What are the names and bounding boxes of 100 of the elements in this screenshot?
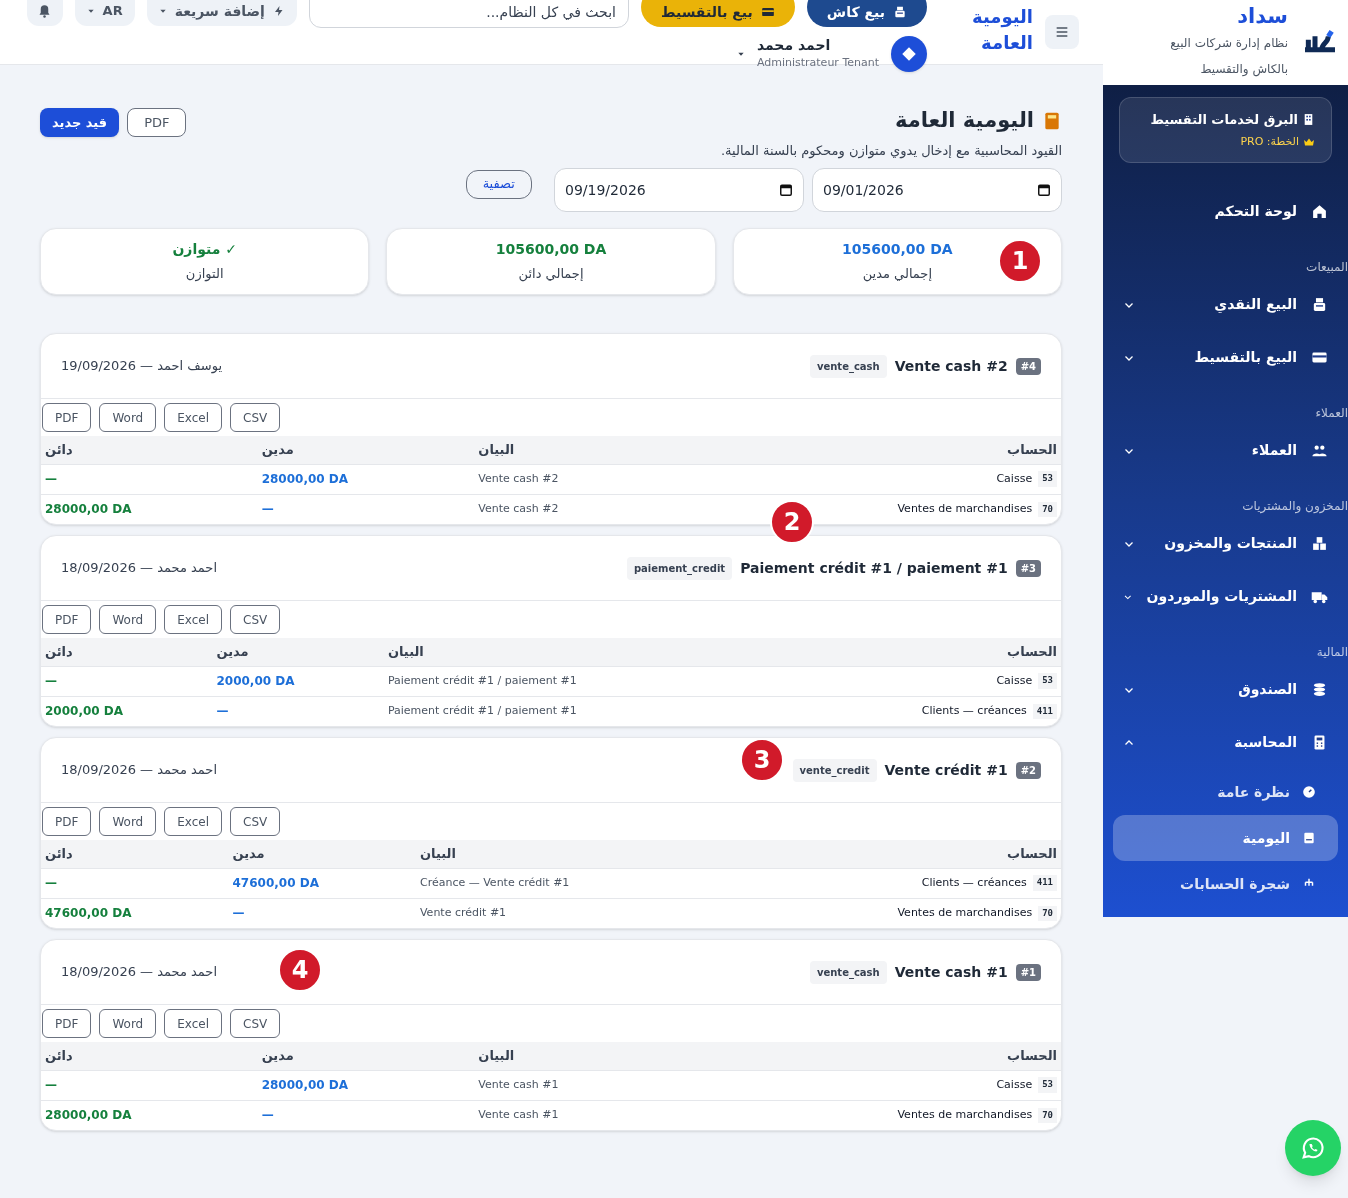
export-button[interactable]: PDF <box>42 807 92 836</box>
export-button[interactable]: CSV <box>230 403 281 432</box>
user-name: احمد محمد <box>756 37 831 55</box>
column-header: مدين <box>228 840 416 868</box>
section-label: المبيعات <box>1305 259 1348 276</box>
caret-icon <box>86 7 95 15</box>
debit-amount: 2000,00 DA <box>212 666 384 696</box>
export-button[interactable]: Excel <box>164 403 223 432</box>
credit-amount: 47600,00 DA <box>41 898 229 928</box>
credit-amount: — <box>41 1070 258 1100</box>
account-name: Ventes de marchandises <box>897 1107 1033 1123</box>
stat-value: 105600,00 DA <box>842 240 953 260</box>
search-field[interactable]: ابحث في كل النظام... <box>308 0 629 28</box>
date-field[interactable]: 09/19/2026 <box>554 168 804 212</box>
page-subtitle: القيود المحاسبية مع إدخال يدوي متوازن ومحكوم بالسنة المالية. <box>720 141 1062 160</box>
brand-name: سداد <box>1236 3 1288 30</box>
column-header: البيان <box>383 638 776 666</box>
column-header: الحساب <box>676 1042 1061 1070</box>
stat-label: إجمالي دائن <box>518 265 584 284</box>
entry-number: #4 <box>1015 357 1041 375</box>
entry-meta: احمد محمد — 18/09/2026 <box>61 963 218 982</box>
export-button[interactable]: Word <box>99 807 157 836</box>
bolt-icon <box>272 5 285 17</box>
notebook-icon <box>1042 110 1062 131</box>
calendar-icon <box>779 183 793 197</box>
debit-amount: — <box>212 696 384 726</box>
export-button[interactable]: PDF <box>42 1009 92 1038</box>
entry-type-tag: vente_cash <box>809 960 887 984</box>
tenant-name: البرق لخدمات التقسيط <box>1150 111 1298 129</box>
account-code: 70 <box>1038 905 1057 921</box>
pdf-button[interactable]: PDF <box>127 108 187 137</box>
nav-item[interactable]: المشتريات والموردون <box>1113 570 1338 623</box>
export-button[interactable]: PDF <box>42 605 92 634</box>
export-button[interactable]: Excel <box>164 1009 223 1038</box>
account-code: 53 <box>1038 471 1057 487</box>
language-button[interactable]: AR <box>74 0 135 26</box>
section-label: المخزون والمشتريات <box>1241 498 1348 516</box>
credit-amount: 28000,00 DA <box>41 1100 258 1130</box>
installment-sale-button[interactable]: بيع بالتقسيط <box>640 0 795 27</box>
nav-item[interactable]: المحاسبة <box>1113 716 1338 769</box>
nav-subitem[interactable]: نظرة عامة <box>1113 769 1338 815</box>
table-cell: Vente cash #2 <box>474 464 677 494</box>
export-button[interactable]: Excel <box>164 807 223 836</box>
debit-amount: — <box>257 494 475 524</box>
date-field[interactable]: 09/01/2026 <box>812 168 1062 212</box>
nav-item[interactable]: العملاء <box>1113 424 1338 477</box>
table-cell: Vente cash #2 <box>474 494 677 524</box>
account-code: 411 <box>1032 875 1057 891</box>
menu-button[interactable] <box>1045 15 1079 49</box>
nav-subitem[interactable]: شجرة الحسابات <box>1113 861 1338 907</box>
entry-number: #1 <box>1015 963 1041 981</box>
export-button[interactable]: CSV <box>230 605 281 634</box>
nav-item[interactable]: المنتجات والمخزون <box>1113 517 1338 570</box>
export-button[interactable]: PDF <box>42 403 92 432</box>
table-cell: Vente cash #1 <box>474 1100 677 1130</box>
account-name: Ventes de marchandises <box>897 905 1033 921</box>
nav-item[interactable]: البيع بالتقسيط <box>1113 331 1338 384</box>
column-header: الحساب <box>676 436 1061 464</box>
entry-type-tag: paiement_credit <box>626 556 733 580</box>
cash-register-icon <box>1311 296 1328 313</box>
nav-item[interactable]: البيع النقدي <box>1113 278 1338 331</box>
column-header: دائن <box>41 840 229 868</box>
column-header: الحساب <box>775 638 1061 666</box>
entry-title: Paiement crédit #1 / paiement #1 <box>740 558 1008 578</box>
nav-item[interactable]: لوحة التحكم <box>1113 185 1338 238</box>
export-button[interactable]: Excel <box>164 605 223 634</box>
stat-value: ✓ متوازن <box>172 240 237 260</box>
new-entry-button[interactable]: قيد جديد <box>40 108 120 137</box>
table-cell: Paiement crédit #1 / paiement #1 <box>383 666 776 696</box>
account-name: Caisse <box>996 672 1033 689</box>
caret-icon <box>158 7 167 15</box>
export-button[interactable]: Word <box>99 605 157 634</box>
filter-button[interactable]: تصفية <box>465 169 532 199</box>
credit-amount: — <box>41 464 258 494</box>
stat-label: التوازن <box>185 265 224 284</box>
table-cell: Créance — Vente crédit #1 <box>415 868 729 898</box>
boxes-icon <box>1311 535 1328 552</box>
account-name: Clients — créances <box>921 874 1027 891</box>
calendar-icon <box>1037 183 1051 197</box>
export-button[interactable]: Word <box>99 1009 157 1038</box>
cash-sale-button[interactable]: بيع كاش <box>806 0 927 27</box>
entry-type-tag: vente_cash <box>809 354 887 378</box>
nav-subitem[interactable]: اليومية <box>1113 815 1338 861</box>
debit-amount: 28000,00 DA <box>257 464 475 494</box>
account-code: 411 <box>1032 703 1057 719</box>
account-name: Clients — créances <box>921 703 1027 719</box>
export-button[interactable]: CSV <box>230 1009 281 1038</box>
credit-amount: 28000,00 DA <box>41 494 258 524</box>
entry-type-tag: vente_credit <box>792 758 877 782</box>
entry-meta: احمد محمد — 18/09/2026 <box>61 559 218 578</box>
building-icon <box>1302 113 1315 127</box>
book-icon <box>1302 831 1316 845</box>
home-icon <box>1311 203 1328 220</box>
notifications-button[interactable] <box>26 0 63 26</box>
export-button[interactable]: CSV <box>230 807 281 836</box>
column-header: دائن <box>41 436 258 464</box>
export-button[interactable]: Word <box>99 403 157 432</box>
credit-amount: — <box>41 868 229 898</box>
nav-item[interactable]: الصندوق <box>1113 663 1338 716</box>
quick-add-button[interactable]: إضافة سريعة <box>146 0 297 26</box>
